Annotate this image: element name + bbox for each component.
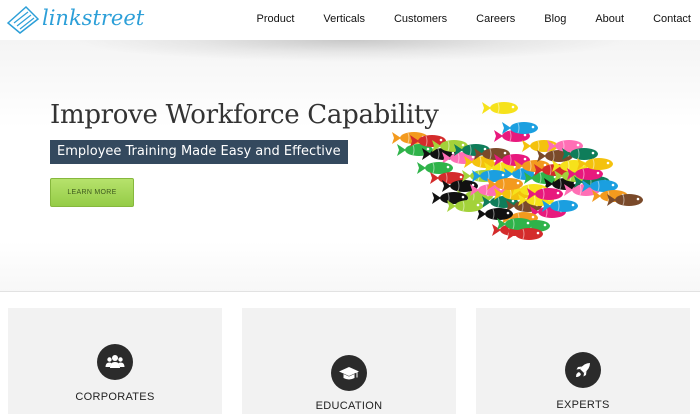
- learn-more-button[interactable]: LEARN MORE: [50, 178, 134, 207]
- card-corporates[interactable]: CORPORATES: [8, 308, 222, 414]
- fish-school-illustration: [392, 102, 643, 240]
- nav-careers[interactable]: Careers: [476, 13, 515, 25]
- nav-contact[interactable]: Contact: [653, 13, 691, 25]
- card-label-education: EDUCATION: [315, 400, 383, 412]
- fish-shape: [477, 208, 513, 220]
- brand-logo[interactable]: linkstreet: [4, 3, 144, 35]
- nav-blog[interactable]: Blog: [544, 13, 566, 25]
- nav-verticals[interactable]: Verticals: [323, 13, 365, 25]
- people-icon: [97, 344, 133, 380]
- fish-shape: [417, 162, 453, 174]
- graduation-cap-icon: [331, 355, 367, 391]
- card-label-corporates: CORPORATES: [75, 391, 155, 403]
- main-nav: Product Verticals Customers Careers Blog…: [256, 13, 691, 25]
- card-label-experts: EXPERTS: [556, 399, 610, 411]
- header-shadow: [70, 40, 630, 62]
- section-divider: [0, 291, 700, 292]
- hero-section: Improve Workforce Capability Employee Tr…: [0, 40, 700, 292]
- nav-product[interactable]: Product: [256, 13, 294, 25]
- fish-shape: [482, 102, 518, 114]
- card-experts[interactable]: EXPERTS: [476, 308, 690, 414]
- hero-subtitle: Employee Training Made Easy and Effectiv…: [50, 140, 348, 164]
- paper-logo-icon: [6, 5, 40, 34]
- site-header: linkstreet Product Verticals Customers C…: [0, 0, 700, 40]
- card-education[interactable]: EDUCATION: [242, 308, 456, 414]
- nav-about[interactable]: About: [595, 13, 624, 25]
- rocket-icon: [565, 352, 601, 388]
- brand-name: linkstreet: [42, 6, 145, 30]
- nav-customers[interactable]: Customers: [394, 13, 447, 25]
